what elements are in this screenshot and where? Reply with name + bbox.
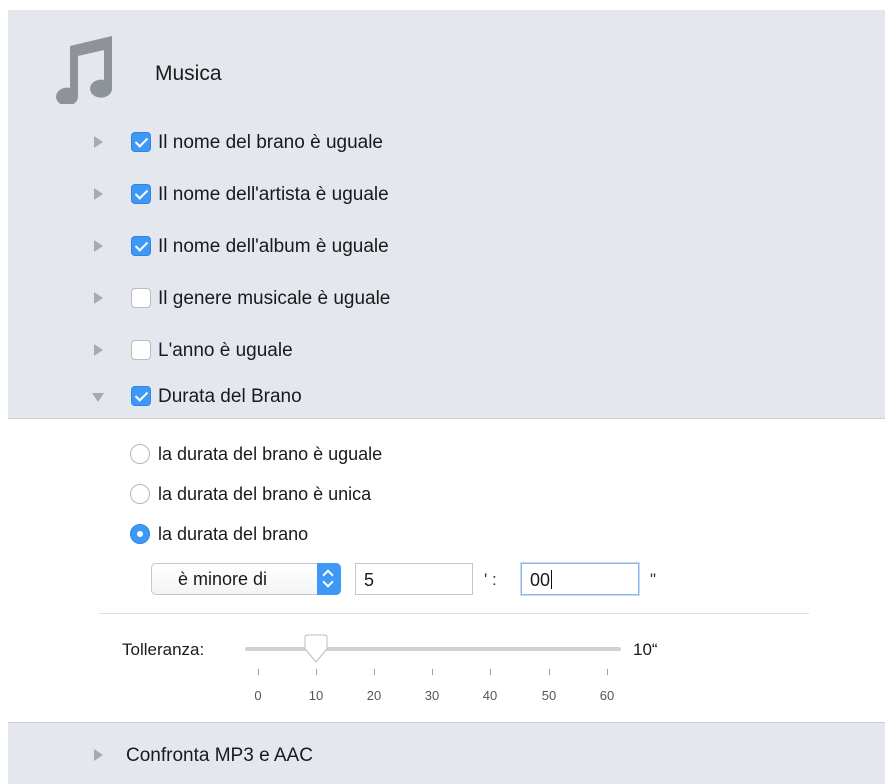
disclosure-triangle-icon[interactable]: [94, 344, 103, 356]
radio-duration-compare[interactable]: [130, 524, 150, 544]
radio-label: la durata del brano è uguale: [158, 444, 383, 464]
compare-formats-section[interactable]: Confronta MP3 e AAC: [8, 722, 885, 784]
radio-option-duration-unique[interactable]: la durata del brano è unica: [8, 481, 608, 507]
checkbox-track-name[interactable]: [131, 132, 151, 152]
criteria-row-duration[interactable]: Durata del Brano: [8, 381, 608, 411]
seconds-input[interactable]: 00: [521, 563, 639, 595]
radio-option-duration-compare[interactable]: la durata del brano: [8, 521, 608, 547]
criteria-label: Il nome dell'album è uguale: [158, 236, 389, 257]
disclosure-triangle-open-icon[interactable]: [92, 393, 104, 402]
tolerance-slider-thumb[interactable]: [301, 634, 331, 664]
music-note-icon: [56, 36, 113, 104]
tick-label: 60: [599, 688, 615, 703]
tick-mark: [549, 669, 550, 675]
music-criteria-section: Musica Il nome del brano è uguale Il nom…: [8, 10, 885, 419]
criteria-label: L'anno è uguale: [158, 340, 293, 361]
text-caret: [551, 570, 553, 589]
tick-mark: [607, 669, 608, 675]
radio-duration-equal[interactable]: [130, 444, 150, 464]
checkbox-duration[interactable]: [131, 386, 151, 406]
criteria-label: Il genere musicale è uguale: [158, 288, 391, 309]
radio-label: la durata del brano: [158, 524, 309, 544]
section-title: Musica: [155, 62, 222, 85]
tick-label: 10: [308, 688, 324, 703]
disclosure-triangle-icon[interactable]: [94, 749, 103, 761]
disclosure-triangle-icon[interactable]: [94, 136, 103, 148]
checkbox-artist-name[interactable]: [131, 184, 151, 204]
tick-label: 40: [482, 688, 498, 703]
tick-mark: [258, 669, 259, 675]
criteria-row-artist-name[interactable]: Il nome dell'artista è uguale: [8, 179, 608, 209]
minutes-separator: ' :: [484, 570, 497, 589]
comparison-select[interactable]: è minore di: [151, 563, 341, 595]
checkbox-genre[interactable]: [131, 288, 151, 308]
divider: [99, 613, 809, 614]
tick-label: 0: [254, 688, 262, 703]
tolerance-label: Tolleranza:: [122, 640, 205, 659]
criteria-row-year[interactable]: L'anno è uguale: [8, 335, 608, 365]
radio-duration-unique[interactable]: [130, 484, 150, 504]
criteria-label: Durata del Brano: [158, 386, 302, 407]
settings-panel: Musica Il nome del brano è uguale Il nom…: [8, 10, 885, 784]
criteria-row-album-name[interactable]: Il nome dell'album è uguale: [8, 231, 608, 261]
criteria-label: Il nome dell'artista è uguale: [158, 184, 389, 205]
tick-label: 30: [424, 688, 440, 703]
minutes-value: 5: [364, 570, 375, 590]
compare-formats-label: Confronta MP3 e AAC: [126, 745, 313, 766]
criteria-row-track-name[interactable]: Il nome del brano è uguale: [8, 127, 608, 157]
tick-mark: [316, 669, 317, 675]
disclosure-triangle-icon[interactable]: [94, 292, 103, 304]
disclosure-triangle-icon[interactable]: [94, 240, 103, 252]
tick-mark: [490, 669, 491, 675]
seconds-value: 00: [530, 570, 551, 590]
comparison-select-value: è minore di: [178, 569, 268, 589]
tick-label: 50: [541, 688, 557, 703]
tick-label: 20: [366, 688, 382, 703]
radio-option-duration-equal[interactable]: la durata del brano è uguale: [8, 441, 608, 467]
tick-mark: [432, 669, 433, 675]
seconds-separator: ": [650, 570, 657, 589]
checkbox-year[interactable]: [131, 340, 151, 360]
tolerance-value: 10“: [633, 640, 658, 659]
radio-label: la durata del brano è unica: [158, 484, 372, 504]
disclosure-triangle-icon[interactable]: [94, 188, 103, 200]
criteria-label: Il nome del brano è uguale: [158, 132, 383, 153]
up-down-chevron-icon[interactable]: [317, 563, 341, 595]
criteria-row-genre[interactable]: Il genere musicale è uguale: [8, 283, 608, 313]
checkbox-album-name[interactable]: [131, 236, 151, 256]
minutes-input[interactable]: 5: [355, 563, 473, 595]
tick-mark: [374, 669, 375, 675]
